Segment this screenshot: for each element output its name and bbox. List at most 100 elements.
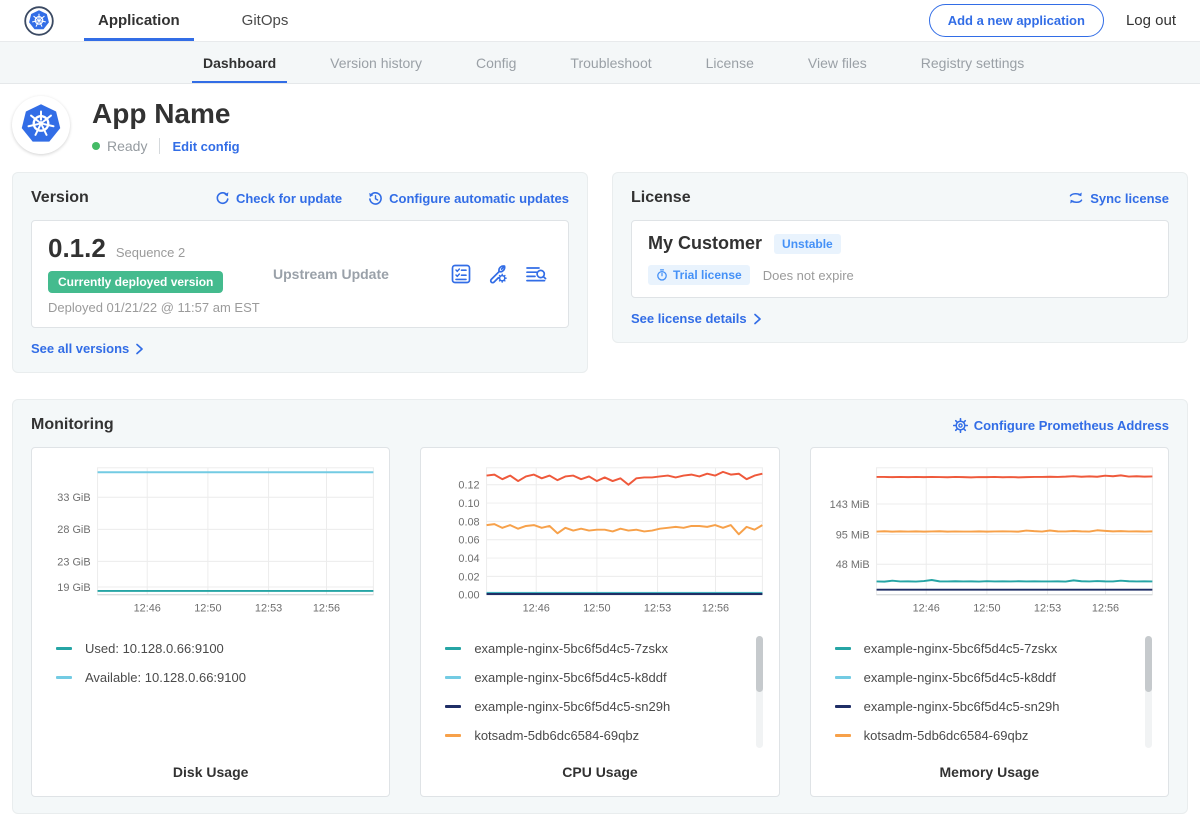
disk-usage-chart: 12:4612:5012:5312:5633 GiB28 GiB23 GiB19… [42,458,379,626]
subnav-tab-troubleshoot[interactable]: Troubleshoot [543,42,678,83]
preflight-checks-icon[interactable] [450,263,472,285]
legend-label: example-nginx-5bc6f5d4c5-sn29h [474,699,670,714]
disk-usage-chart-card: 12:4612:5012:5312:5633 GiB28 GiB23 GiB19… [31,447,390,797]
subnav-tab-config[interactable]: Config [449,42,543,83]
tab-application[interactable]: Application [90,0,188,41]
legend-scrollbar-thumb[interactable] [756,636,763,692]
gear-icon [953,418,968,433]
add-new-application-button[interactable]: Add a new application [929,4,1104,37]
subnav-tab-registry-settings[interactable]: Registry settings [894,42,1051,83]
legend-label: example-nginx-5bc6f5d4c5-k8ddf [474,670,666,685]
svg-text:95 MiB: 95 MiB [835,529,869,541]
license-expiration: Does not expire [763,268,854,283]
edit-config-link[interactable]: Edit config [172,139,239,154]
configure-automatic-updates-link[interactable]: Configure automatic updates [368,191,569,206]
series-color-dash-icon [835,734,851,737]
clock-cycle-icon [368,191,383,206]
channel-badge: Unstable [774,234,841,254]
svg-text:0.08: 0.08 [459,516,480,528]
svg-text:19 GiB: 19 GiB [57,582,90,594]
legend-label: Available: 10.128.0.66:9100 [85,670,246,685]
tab-gitops-label: GitOps [242,12,289,29]
app-status-text: Ready [107,138,147,154]
license-card: License Sync license My Custome [612,172,1188,343]
license-card-title: License [631,189,691,207]
config-wrench-gear-icon[interactable] [487,263,509,285]
app-header: App Name Ready Edit config [0,84,1200,172]
monitoring-title: Monitoring [31,416,114,434]
legend-item: kotsadm-5db6dc6584-69qbz [835,721,1158,750]
chevron-right-icon [135,343,144,355]
legend-label: kotsadm-5db6dc6584-69qbz [474,728,639,743]
legend-label: example-nginx-5bc6f5d4c5-k8ddf [864,670,1056,685]
subnav-tab-dashboard[interactable]: Dashboard [176,42,303,83]
logout-button[interactable]: Log out [1126,12,1176,29]
legend-item: example-nginx-5bc6f5d4c5-7zskx [835,634,1158,663]
stopwatch-icon [656,269,668,281]
subnav-tab-license[interactable]: License [679,42,781,83]
series-color-dash-icon [445,647,461,650]
svg-text:0.02: 0.02 [459,571,480,583]
version-card-title: Version [31,189,89,207]
kubernetes-logo-icon[interactable] [24,6,54,36]
ready-status-dot-icon [92,142,100,150]
svg-text:0.06: 0.06 [459,535,480,547]
legend-item: Available: 10.128.0.66:9100 [56,663,379,692]
svg-text:12:50: 12:50 [194,602,221,614]
legend-label: example-nginx-5bc6f5d4c5-7zskx [864,641,1058,656]
subnav-tab-view-files[interactable]: View files [781,42,894,83]
svg-text:12:46: 12:46 [523,602,550,614]
svg-text:12:53: 12:53 [644,602,671,614]
svg-text:23 GiB: 23 GiB [57,556,90,568]
svg-text:12:46: 12:46 [134,602,161,614]
see-license-details-link[interactable]: See license details [631,311,762,326]
series-color-dash-icon [445,676,461,679]
memory-usage-legend: example-nginx-5bc6f5d4c5-7zskx example-ng… [835,634,1158,754]
see-all-versions-link[interactable]: See all versions [31,341,144,356]
version-number: 0.1.2 [48,233,106,264]
legend-scrollbar[interactable] [756,636,763,748]
legend-scrollbar[interactable] [1145,636,1152,748]
tab-gitops[interactable]: GitOps [234,0,297,41]
configure-prometheus-link[interactable]: Configure Prometheus Address [953,418,1169,433]
legend-item: example-nginx-5bc6f5d4c5-7zskx [445,634,768,663]
monitoring-section: Monitoring [12,399,1188,814]
memory-usage-chart: 12:4612:5012:5312:56143 MiB95 MiB48 MiB [821,458,1158,626]
svg-text:0.04: 0.04 [459,553,480,565]
svg-text:12:56: 12:56 [702,602,729,614]
version-source: Upstream Update [273,266,450,282]
configure-automatic-updates-label: Configure automatic updates [389,191,569,206]
check-for-update-link[interactable]: Check for update [215,191,342,206]
svg-text:12:46: 12:46 [912,602,939,614]
app-subnav: Dashboard Version history Config Trouble… [0,42,1200,84]
series-color-dash-icon [835,676,851,679]
svg-text:12:56: 12:56 [313,602,340,614]
chart-title-cpu: CPU Usage [431,754,768,780]
tab-application-label: Application [98,12,180,29]
deployed-timestamp: Deployed 01/21/22 @ 11:57 am EST [48,300,273,315]
currently-deployed-badge: Currently deployed version [48,271,223,293]
svg-text:0.10: 0.10 [459,498,480,510]
divider [159,138,160,154]
sync-license-link[interactable]: Sync license [1068,191,1169,206]
see-all-versions-label: See all versions [31,341,129,356]
main-content: Version Check for update [0,172,1200,830]
svg-text:12:50: 12:50 [584,602,611,614]
swap-arrows-icon [1068,191,1084,205]
svg-text:12:56: 12:56 [1092,602,1119,614]
legend-scrollbar-thumb[interactable] [1145,636,1152,692]
app-icon [12,96,70,154]
series-color-dash-icon [835,705,851,708]
cpu-usage-chart-card: 12:4612:5012:5312:560.120.100.080.060.04… [420,447,779,797]
svg-text:12:53: 12:53 [255,602,282,614]
see-license-details-label: See license details [631,311,747,326]
customer-name: My Customer [648,233,762,254]
view-logs-icon[interactable] [524,263,548,285]
app-title: App Name [92,98,240,130]
sync-license-label: Sync license [1090,191,1169,206]
svg-text:12:53: 12:53 [1034,602,1061,614]
legend-item: kotsadm-5db6dc6584-69qbz [445,721,768,750]
svg-text:0.00: 0.00 [459,590,480,602]
topnav-tabs: Application GitOps [90,0,296,41]
subnav-tab-version-history[interactable]: Version history [303,42,449,83]
